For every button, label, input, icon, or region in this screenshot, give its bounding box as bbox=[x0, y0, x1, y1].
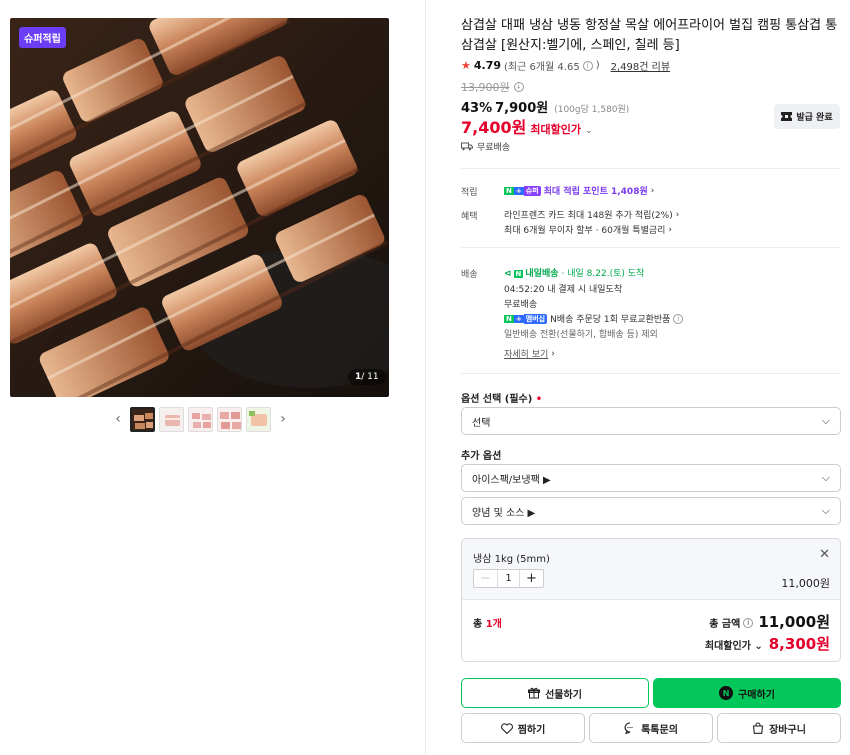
tomorrow-delivery-badge: ⊲ N 내일배송 bbox=[504, 269, 559, 279]
remove-item-icon[interactable]: ✕ bbox=[819, 547, 830, 562]
total-amount: 총 금액 i 11,000원 bbox=[709, 613, 830, 631]
selected-item-price: 11,000원 bbox=[781, 577, 830, 590]
info-icon[interactable]: i bbox=[582, 60, 593, 71]
thumbnail-prev-button[interactable]: ‹ bbox=[110, 406, 126, 432]
chevron-down-icon: ⌵ bbox=[821, 471, 830, 484]
max-points: 최대 적립 포인트 1,408원 bbox=[543, 187, 648, 197]
perks-label: 혜택 bbox=[461, 212, 478, 222]
column-divider bbox=[425, 0, 426, 755]
gift-button[interactable]: 선물하기 bbox=[461, 678, 649, 708]
naver-plus-badge: N + 슈퍼 bbox=[504, 185, 541, 196]
extra-option-label: 추가 옵션 bbox=[461, 451, 502, 462]
thumbnail-1[interactable] bbox=[130, 406, 155, 432]
coupon-issued-button[interactable]: 발급 완료 bbox=[774, 104, 840, 129]
rating-score: 4.79 bbox=[473, 59, 502, 72]
review-count-link[interactable]: 2,498건 리뷰 bbox=[611, 58, 670, 73]
max-discount-total-value: 8,300원 bbox=[768, 635, 830, 653]
product-title: 삼겹살 대패 냉삼 냉동 항정살 목살 에어프라이어 벌집 캠핑 통삼겹 통삼겹… bbox=[461, 18, 838, 53]
super-points-badge: 슈퍼적립 bbox=[19, 27, 66, 48]
coupon-icon bbox=[781, 112, 793, 121]
max-discount-label: 최대할인가 bbox=[530, 123, 581, 136]
perk-installment[interactable]: 최대 6개월 무이자 할부 · 60개월 특별금리 › bbox=[504, 223, 673, 237]
rating-summary: ★ 4.79 (최근 6개월 4.65 i) 2,498건 리뷰 bbox=[461, 58, 670, 73]
chevron-right-icon: › bbox=[675, 209, 680, 220]
thumbnail-4[interactable] bbox=[217, 406, 242, 432]
points-label: 적립 bbox=[461, 188, 478, 198]
thumbnail-3[interactable] bbox=[188, 406, 213, 432]
extra-option-select-icepack[interactable]: 아이스팩/보냉팩 ▶ ⌵ bbox=[461, 464, 841, 492]
image-counter: 1/ 11 bbox=[348, 369, 386, 385]
gift-icon bbox=[528, 687, 541, 699]
required-option-select[interactable]: 선택 ⌵ bbox=[461, 407, 841, 435]
info-icon[interactable]: i bbox=[673, 313, 684, 324]
decrease-quantity-button[interactable]: − bbox=[474, 570, 497, 587]
cart-button[interactable]: 장바구니 bbox=[717, 713, 841, 743]
info-icon[interactable]: i bbox=[743, 617, 754, 628]
delivery-return: N + 멤버십 N배송 주문당 1회 무료교환반품 i bbox=[504, 312, 684, 325]
extra-option-select-sauce[interactable]: 양념 및 소스 ▶ ⌵ bbox=[461, 497, 841, 525]
delivery-more-link[interactable]: 자세히 보기 › bbox=[504, 347, 555, 361]
chevron-right-icon: › bbox=[280, 411, 286, 427]
star-icon: ★ bbox=[461, 59, 471, 72]
required-option-label: 옵션 선택 (필수) • bbox=[461, 394, 543, 405]
divider bbox=[461, 373, 841, 374]
delivery-exclude: 일반배송 전환(선물하기, 합배송 등) 제외 bbox=[504, 330, 658, 340]
product-main-image[interactable] bbox=[10, 18, 389, 397]
max-discount-price: 7,400원 bbox=[461, 118, 527, 137]
delivery-free: 무료배송 bbox=[504, 300, 538, 310]
rating-recent-close: ) bbox=[595, 60, 600, 71]
naver-plus-badge: N + 멤버십 bbox=[504, 313, 548, 324]
increase-quantity-button[interactable]: + bbox=[520, 570, 543, 587]
chevron-down-icon: ⌵ bbox=[821, 414, 830, 427]
chat-icon bbox=[624, 722, 633, 734]
delivery-date: · 내일 8.22.(토) 도착 bbox=[561, 269, 645, 279]
thumbnail-next-button[interactable]: › bbox=[275, 406, 291, 432]
buy-button[interactable]: N 구매하기 bbox=[653, 678, 841, 708]
truck-icon bbox=[461, 142, 473, 151]
naver-pay-icon: N bbox=[719, 686, 734, 700]
rating-recent: (최근 6개월 4.65 bbox=[504, 62, 580, 73]
chevron-right-icon: › bbox=[668, 224, 673, 235]
total-count: 총 1개 bbox=[473, 619, 502, 630]
divider bbox=[461, 168, 841, 169]
original-price: 13,900원 i bbox=[461, 79, 524, 95]
delivery-label: 배송 bbox=[461, 270, 478, 280]
quantity-value[interactable]: 1 bbox=[497, 570, 520, 587]
selected-item-name: 냉삼 1kg (5mm) bbox=[473, 554, 550, 565]
quantity-stepper: − 1 + bbox=[473, 569, 544, 588]
wish-button[interactable]: 찜하기 bbox=[461, 713, 585, 743]
chevron-right-icon: › bbox=[650, 185, 655, 196]
chevron-right-icon: › bbox=[551, 348, 555, 359]
total-amount-value: 11,000원 bbox=[758, 613, 830, 631]
shipping-free: 무료배송 bbox=[461, 140, 510, 153]
divider bbox=[461, 247, 841, 248]
selected-option-box: 냉삼 1kg (5mm) ✕ − 1 + 11,000원 총 1개 총 금액 i … bbox=[461, 538, 841, 662]
chevron-left-icon: ‹ bbox=[115, 411, 121, 427]
selected-item: 냉삼 1kg (5mm) ✕ − 1 + 11,000원 bbox=[462, 539, 840, 600]
delivery-arrival: ⊲ N 내일배송 · 내일 8.22.(토) 도착 bbox=[504, 266, 644, 279]
thumbnail-5[interactable] bbox=[246, 406, 271, 432]
chevron-down-icon: ⌄ bbox=[584, 126, 593, 136]
max-discount-total[interactable]: 최대할인가 ⌄ 8,300원 bbox=[705, 633, 830, 654]
thumbnail-2[interactable] bbox=[159, 406, 184, 432]
points-row[interactable]: N + 슈퍼 최대 적립 포인트 1,408원 › bbox=[504, 184, 654, 197]
chevron-down-icon: ⌵ bbox=[821, 504, 830, 517]
heart-icon bbox=[500, 722, 513, 734]
shopping-bag-icon bbox=[752, 722, 764, 734]
max-discount-row[interactable]: 7,400원 최대할인가 ⌄ bbox=[461, 114, 593, 138]
perk-card[interactable]: 라인프렌즈 카드 최대 148원 추가 적립(2%) › bbox=[504, 208, 680, 222]
delivery-cutoff: 04:52:20 내 결제 시 내일도착 bbox=[504, 285, 623, 295]
chevron-down-icon: ⌄ bbox=[754, 641, 763, 652]
thumbnail-strip: ‹ › bbox=[110, 406, 291, 432]
price-info-icon[interactable]: i bbox=[513, 82, 524, 92]
grilled-pork-belly-photo bbox=[10, 18, 389, 397]
talk-inquiry-button[interactable]: 톡톡문의 bbox=[589, 713, 713, 743]
